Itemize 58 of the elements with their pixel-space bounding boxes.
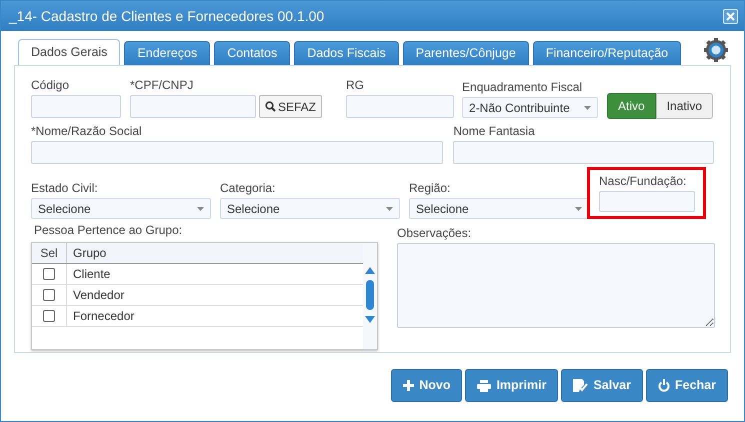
tab[interactable]: Endereços [124, 41, 210, 65]
field-label: Observações: [397, 226, 472, 240]
action-button[interactable]: Fechar [646, 369, 728, 402]
input-field[interactable] [31, 95, 121, 118]
checkbox[interactable] [43, 310, 55, 322]
field-label: RG [346, 78, 366, 92]
field-label: *CPF/CNPJ [130, 78, 194, 92]
save-icon [573, 379, 588, 392]
scroll-down-icon[interactable] [365, 316, 375, 323]
column-header: Sel [32, 243, 67, 263]
close-button[interactable] [723, 8, 738, 24]
tab[interactable]: Financeiro/Reputação [532, 41, 682, 65]
field-label: Código [31, 78, 70, 92]
checkbox[interactable] [43, 268, 55, 280]
field-label: *Nome/Razão Social [31, 124, 143, 138]
window-title: _14- Cadastro de Clientes e Fornecedores 00.1.00 [9, 6, 324, 26]
tab[interactable]: Dados Fiscais [294, 41, 399, 65]
sefaz-button[interactable]: SEFAZ [259, 95, 322, 118]
scrollbar-thumb[interactable] [366, 280, 374, 310]
tab[interactable]: Dados Gerais [18, 39, 120, 65]
table-cell-text: Cliente [72, 266, 110, 283]
plus-icon [403, 380, 414, 391]
input-field[interactable] [31, 141, 444, 164]
gear-icon[interactable] [703, 37, 729, 63]
caret-icon [197, 206, 204, 210]
select-field[interactable]: Selecione [31, 198, 211, 219]
date-field[interactable] [599, 191, 695, 212]
caret-icon [386, 206, 393, 210]
field-label: Nasc/Fundação: [599, 174, 688, 188]
select-field[interactable]: Selecione [409, 198, 589, 219]
search-icon [265, 101, 276, 112]
field-label: Nome Fantasia [453, 124, 536, 138]
power-icon [658, 379, 670, 392]
select-field[interactable]: 2-Não Contribuinte [462, 97, 598, 118]
input-field[interactable] [346, 95, 454, 118]
toggle-option[interactable]: Inativo [656, 93, 714, 119]
checkbox[interactable] [43, 289, 55, 301]
action-button[interactable]: Novo [391, 369, 462, 402]
caret-icon [584, 106, 592, 110]
action-button[interactable]: Imprimir [465, 369, 558, 402]
field-label: Região: [409, 181, 452, 195]
caret-icon [575, 206, 582, 210]
printer-icon [477, 380, 492, 392]
scroll-up-icon[interactable] [365, 267, 375, 274]
field-label: Pessoa Pertence ao Grupo: [34, 223, 184, 237]
select-field[interactable]: Selecione [220, 198, 400, 219]
toggle-option[interactable]: Ativo [607, 93, 656, 119]
input-field[interactable] [453, 141, 714, 164]
action-button[interactable]: Salvar [561, 369, 643, 402]
table-cell-text: Fornecedor [72, 308, 134, 325]
column-header: Grupo [72, 245, 106, 262]
tab[interactable]: Parentes/Cônjuge [402, 41, 529, 65]
tab[interactable]: Contatos [214, 41, 290, 65]
field-label: Categoria: [220, 181, 276, 195]
input-field[interactable] [130, 95, 256, 118]
field-label: Enquadramento Fiscal [462, 80, 584, 94]
table-cell-text: Vendedor [72, 287, 124, 304]
field-label: Estado Civil: [31, 181, 99, 195]
